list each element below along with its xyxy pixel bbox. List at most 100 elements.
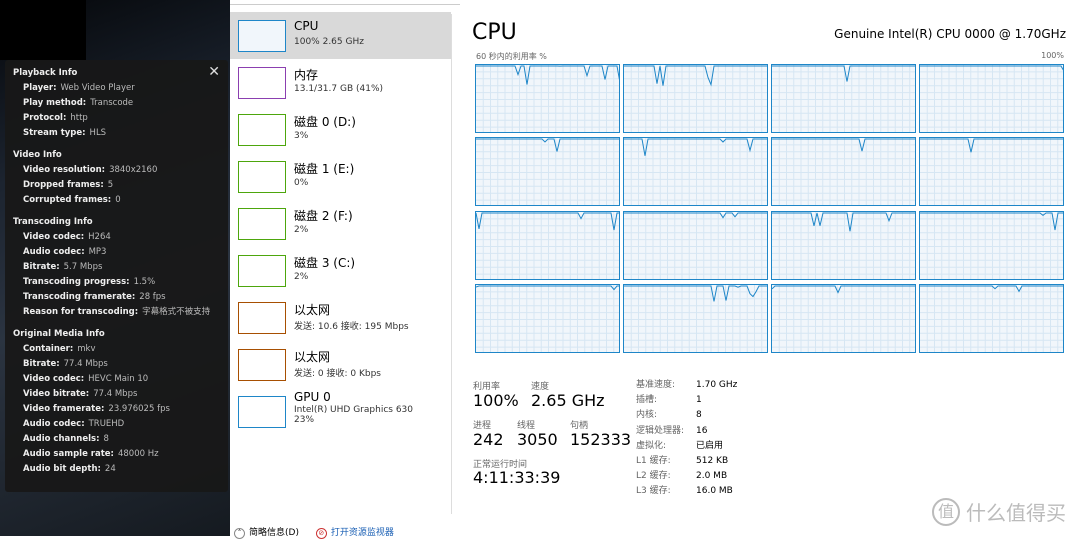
spec-value: 2.0 MB — [696, 471, 727, 481]
mini-graph — [238, 302, 286, 334]
spec-row: 基准速度: 1.70 GHz — [636, 378, 737, 393]
info-row: Protocol: http — [13, 111, 228, 126]
info-value: HEVC Main 10 — [88, 374, 148, 384]
section-title: Transcoding Info — [13, 217, 228, 227]
core-usage-line — [624, 65, 767, 132]
sidebar-item[interactable]: 磁盘 2 (F:) 2% — [230, 200, 451, 247]
info-value: 23.976025 fps — [108, 404, 169, 414]
core-usage-line — [476, 138, 619, 205]
info-value: H264 — [88, 232, 111, 242]
sidebar-item[interactable]: 内存 13.1/31.7 GB (41%) — [230, 59, 451, 106]
core-graph — [623, 211, 768, 280]
spec-key: 虚拟化: — [636, 439, 696, 454]
spec-key: 逻辑处理器: — [636, 424, 696, 439]
section-title: Original Media Info — [13, 329, 228, 339]
info-value: 77.4 Mbps — [64, 359, 108, 369]
info-value: 3840x2160 — [109, 165, 157, 175]
core-graph — [771, 211, 916, 280]
mini-graph — [238, 161, 286, 193]
core-usage-line — [772, 212, 915, 279]
cpu-panel: CPU Genuine Intel(R) CPU 0000 @ 1.70GHz … — [472, 0, 1080, 536]
info-key: Audio channels: — [23, 434, 100, 444]
speed-value: 2.65 GHz — [531, 391, 605, 410]
core-graph — [475, 211, 620, 280]
info-key: Transcoding framerate: — [23, 292, 135, 302]
sidebar-item-value: 发送: 0 接收: 0 Kbps — [294, 366, 381, 379]
mini-graph — [238, 396, 286, 428]
spec-key: L1 缓存: — [636, 454, 696, 469]
core-graph — [771, 64, 916, 133]
spec-row: 插槽: 1 — [636, 393, 737, 408]
sidebar-item[interactable]: 磁盘 0 (D:) 3% — [230, 106, 451, 153]
sidebar-item[interactable]: 以太网 发送: 10.6 接收: 195 Mbps — [230, 294, 451, 341]
info-row: Video framerate: 23.976025 fps — [13, 402, 228, 417]
mini-graph — [238, 349, 286, 381]
sidebar-item[interactable]: 以太网 发送: 0 接收: 0 Kbps — [230, 341, 451, 388]
close-icon[interactable]: ✕ — [208, 64, 220, 80]
info-row: Stream type: HLS — [13, 126, 228, 141]
info-key: Transcoding progress: — [23, 277, 130, 287]
info-key: Video codec: — [23, 374, 84, 384]
info-key: Protocol: — [23, 113, 66, 123]
info-key: Audio codec: — [23, 247, 85, 257]
core-usage-line — [772, 285, 915, 352]
sidebar-item-label: GPU 0 — [294, 390, 331, 404]
info-row: Player: Web Video Player — [13, 81, 228, 96]
graph-right-label: 100% — [1041, 51, 1064, 60]
spec-row: L3 缓存: 16.0 MB — [636, 484, 737, 499]
spec-key: 基准速度: — [636, 378, 696, 393]
info-value: 24 — [105, 464, 116, 474]
tab-bar[interactable] — [230, 0, 460, 5]
fewer-details-button[interactable]: 简略信息(D) — [249, 528, 299, 538]
spec-key: 内核: — [636, 408, 696, 423]
utilization-value: 100% — [473, 391, 519, 410]
info-key: Play method: — [23, 98, 86, 108]
info-row: Video codec: H264 — [13, 230, 228, 245]
spec-value: 已启用 — [696, 441, 723, 451]
info-value: 1.5% — [134, 277, 156, 287]
info-row: Bitrate: 5.7 Mbps — [13, 260, 228, 275]
spec-key: 插槽: — [636, 393, 696, 408]
info-value: Web Video Player — [61, 83, 135, 93]
info-key: Audio sample rate: — [23, 449, 114, 459]
info-value: mkv — [77, 344, 95, 354]
page-title: CPU — [472, 20, 517, 45]
spec-value: 1 — [696, 395, 702, 405]
sidebar-item[interactable]: 磁盘 3 (C:) 2% — [230, 247, 451, 294]
chevron-up-icon[interactable]: ˄ — [234, 528, 245, 539]
spec-row: 逻辑处理器: 16 — [636, 424, 737, 439]
spec-value: 512 KB — [696, 456, 728, 466]
info-value: http — [70, 113, 87, 123]
info-key: Video codec: — [23, 232, 84, 242]
core-graph — [919, 284, 1064, 353]
info-value: 5.7 Mbps — [64, 262, 103, 272]
core-usage-line — [476, 65, 619, 132]
core-usage-line — [772, 65, 915, 132]
info-key: Dropped frames: — [23, 180, 104, 190]
info-row: Dropped frames: 5 — [13, 178, 228, 193]
info-key: Player: — [23, 83, 57, 93]
info-value: 77.4 Mbps — [93, 389, 137, 399]
core-usage-line — [920, 138, 1063, 205]
sidebar-item[interactable]: CPU 100% 2.65 GHz — [230, 12, 451, 59]
spec-row: 内核: 8 — [636, 408, 737, 423]
sidebar-item-label: 磁盘 3 (C:) — [294, 254, 355, 271]
section-title: Video Info — [13, 150, 228, 160]
sidebar-item[interactable]: 磁盘 1 (E:) 0% — [230, 153, 451, 200]
sidebar-item-value: 100% 2.65 GHz — [294, 37, 364, 47]
sidebar-item-value: 13.1/31.7 GB (41%) — [294, 84, 383, 94]
sidebar-item-label: 磁盘 0 (D:) — [294, 113, 356, 130]
threads-value: 3050 — [517, 430, 558, 449]
info-row: Reason for transcoding: 字幕格式不被支持 — [13, 305, 228, 320]
info-value: Transcode — [90, 98, 133, 108]
info-row: Transcoding framerate: 28 fps — [13, 290, 228, 305]
info-row: Video bitrate: 77.4 Mbps — [13, 387, 228, 402]
open-resource-monitor-link[interactable]: ⊘ 打开资源监视器 — [316, 528, 394, 538]
core-usage-line — [476, 212, 619, 279]
sidebar-item-value: 发送: 10.6 接收: 195 Mbps — [294, 319, 409, 332]
info-key: Corrupted frames: — [23, 195, 111, 205]
core-graph — [771, 137, 916, 206]
info-key: Reason for transcoding: — [23, 307, 138, 317]
sidebar-item[interactable]: GPU 0 Intel(R) UHD Graphics 630 23% — [230, 388, 451, 435]
spec-row: 虚拟化: 已启用 — [636, 439, 737, 454]
